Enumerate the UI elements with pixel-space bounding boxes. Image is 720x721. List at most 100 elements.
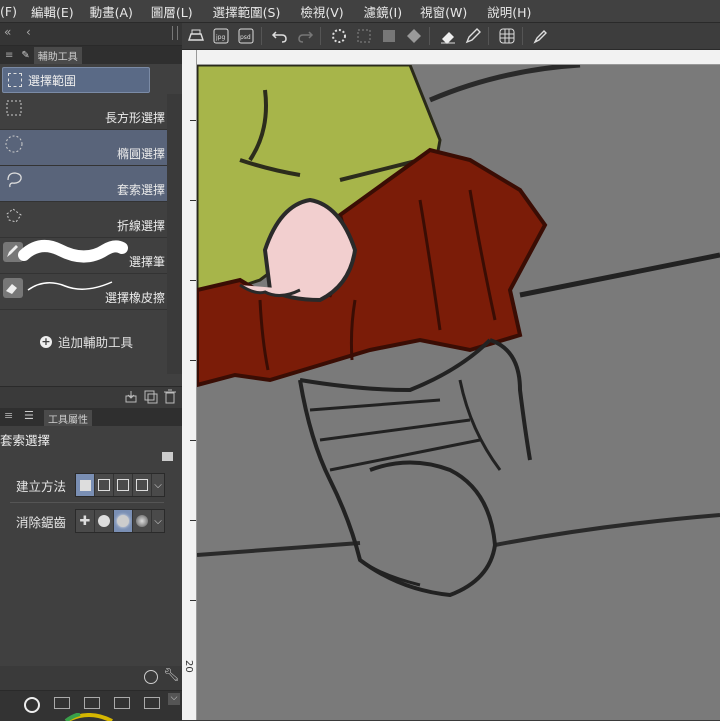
wrench-icon[interactable]: 🔧︎ <box>163 668 180 683</box>
antialias-selector[interactable]: ✚ ⌵ <box>75 509 165 533</box>
tool-label: 橢圓選擇 <box>116 147 165 161</box>
creation-method-label: 建立方法 <box>16 479 67 494</box>
menu-icon[interactable]: ≡ <box>5 50 13 61</box>
pen-icon[interactable] <box>462 25 484 47</box>
ruler-tick <box>190 280 196 281</box>
drawing-canvas[interactable] <box>197 65 720 720</box>
invert-selection-icon[interactable] <box>378 25 400 47</box>
eraser-icon[interactable] <box>437 25 459 47</box>
tool-selection-pen[interactable]: 選擇筆 <box>0 238 167 274</box>
tool-lasso-select[interactable]: 套索選擇 <box>0 166 167 202</box>
ruler-tick <box>190 440 196 441</box>
clock-icon[interactable] <box>144 670 158 684</box>
redo-icon[interactable] <box>294 25 316 47</box>
subtool-panel-header: ≡ ✎ 輔助工具 <box>0 46 182 64</box>
menu-window[interactable]: 視窗(W) <box>420 2 467 21</box>
menu-view[interactable]: 檢視(V) <box>300 2 343 21</box>
antialias-medium-icon[interactable] <box>114 510 133 532</box>
color-panel-tabs: ⌵ <box>0 690 182 721</box>
menu-selection[interactable]: 選擇範圍(S) <box>213 2 281 21</box>
menu-filter[interactable]: 濾鏡(I) <box>364 2 402 21</box>
antialias-strong-icon[interactable] <box>133 510 152 532</box>
menu-bar: (F) 編輯(E) 動畫(A) 圖層(L) 選擇範圍(S) 檢視(V) 濾鏡(I… <box>0 0 720 23</box>
tool-ellipse-select[interactable]: 橢圓選擇 <box>0 130 167 166</box>
menu-icon[interactable]: ≡ <box>4 409 13 422</box>
print-icon[interactable] <box>185 25 207 47</box>
tool-label: 折線選擇 <box>116 219 165 233</box>
antialias-weak-icon[interactable] <box>95 510 114 532</box>
select-all-icon[interactable] <box>353 25 375 47</box>
subtool-footer <box>0 386 182 407</box>
subtract-selection-icon[interactable] <box>114 474 133 496</box>
chevron-left-icon[interactable]: ‹ <box>26 25 31 39</box>
intermediate-color-tab-icon[interactable] <box>114 697 130 709</box>
color-wheel-tab-icon[interactable] <box>24 697 40 713</box>
trash-icon[interactable] <box>163 389 177 404</box>
command-bar: jpg psd <box>182 23 720 50</box>
menu-file[interactable]: (F) <box>0 4 17 19</box>
dropper-icon[interactable] <box>530 25 552 47</box>
menu-layer[interactable]: 圖層(L) <box>151 2 193 21</box>
antialias-label: 消除鋸齒 <box>16 515 67 530</box>
tool-property-footer: 🔧︎ <box>0 666 182 690</box>
duplicate-icon[interactable] <box>144 390 158 404</box>
creation-method-selector[interactable]: ⌵ <box>75 473 165 497</box>
chevron-down-icon[interactable]: ⌵ <box>168 693 180 705</box>
tool-property-header: ≡ ☰ 工具屬性 <box>0 408 182 427</box>
tool-name: 套索選擇 <box>0 433 51 448</box>
tool-rect-select[interactable]: 長方形選擇 <box>0 94 167 130</box>
toolbar-divider <box>522 27 523 45</box>
save-icon[interactable] <box>124 390 138 404</box>
selection-rect-icon <box>8 73 22 87</box>
chevron-down-icon[interactable]: ⌵ <box>152 474 164 496</box>
menu-animation[interactable]: 動畫(A) <box>90 2 133 21</box>
subtool-panel-title[interactable]: 輔助工具 <box>33 46 82 64</box>
svg-text:psd: psd <box>240 34 251 41</box>
menu-edit[interactable]: 編輯(E) <box>31 2 74 21</box>
lock-icon[interactable] <box>162 452 173 461</box>
tool-polyline-select[interactable]: 折線選擇 <box>0 202 167 238</box>
color-slider-tab-icon[interactable] <box>54 697 70 709</box>
toolbar-divider <box>488 27 489 45</box>
ruler-tick <box>190 360 196 361</box>
toolbar-divider <box>261 27 262 45</box>
tool-property-panel: 套索選擇 建立方法 ⌵ 消除鋸齒 ✚ ⌵ <box>0 426 182 666</box>
menu-help[interactable]: 說明(H) <box>487 2 531 21</box>
group-tab-label: 選擇範圍 <box>28 73 77 88</box>
new-selection-icon[interactable] <box>76 474 95 496</box>
subtool-panel: 選擇範圍 長方形選擇 橢圓選擇 套索選擇 折線選擇 選擇筆 選擇橡皮擦 + 追加… <box>0 64 182 386</box>
rect-select-icon <box>6 100 22 116</box>
ruler-mark-label: 20 <box>183 660 194 673</box>
collapse-left-icon[interactable]: « <box>4 25 11 39</box>
ellipse-select-icon <box>5 135 23 153</box>
illustration <box>197 65 720 598</box>
tool-property-title[interactable]: 工具屬性 <box>44 410 92 427</box>
history-tab-icon[interactable] <box>144 697 160 709</box>
add-subtool-button[interactable]: + 追加輔助工具 <box>40 332 133 351</box>
selection-group-tab[interactable]: 選擇範圍 <box>2 67 150 93</box>
intersect-selection-icon[interactable] <box>133 474 152 496</box>
ruler-tick <box>190 600 196 601</box>
tool-label: 長方形選擇 <box>104 111 165 125</box>
loading-icon[interactable] <box>328 25 350 47</box>
toolbar-divider <box>320 27 321 45</box>
chevron-down-icon[interactable]: ⌵ <box>152 510 164 532</box>
subtool-scrollbar[interactable] <box>167 94 182 374</box>
export-jpg-icon[interactable]: jpg <box>210 25 232 47</box>
vertical-ruler: 20 <box>182 50 197 720</box>
export-psd-icon[interactable]: psd <box>235 25 257 47</box>
grid-icon[interactable] <box>496 25 518 47</box>
tool-label: 套索選擇 <box>116 183 165 197</box>
tool-selection-eraser[interactable]: 選擇橡皮擦 <box>0 274 167 310</box>
color-set-tab-icon[interactable] <box>84 697 100 709</box>
tool-label: 選擇筆 <box>128 255 165 269</box>
add-selection-icon[interactable] <box>95 474 114 496</box>
panel-grip-icon[interactable] <box>172 26 178 40</box>
fill-selection-icon[interactable] <box>403 25 425 47</box>
polyline-select-icon <box>6 208 22 223</box>
undo-icon[interactable] <box>269 25 291 47</box>
brush-icon: ✎ <box>21 49 30 61</box>
left-panel-tabs: « ‹ <box>0 23 182 46</box>
antialias-none-icon[interactable]: ✚ <box>76 510 95 532</box>
ruler-tick <box>190 520 196 521</box>
